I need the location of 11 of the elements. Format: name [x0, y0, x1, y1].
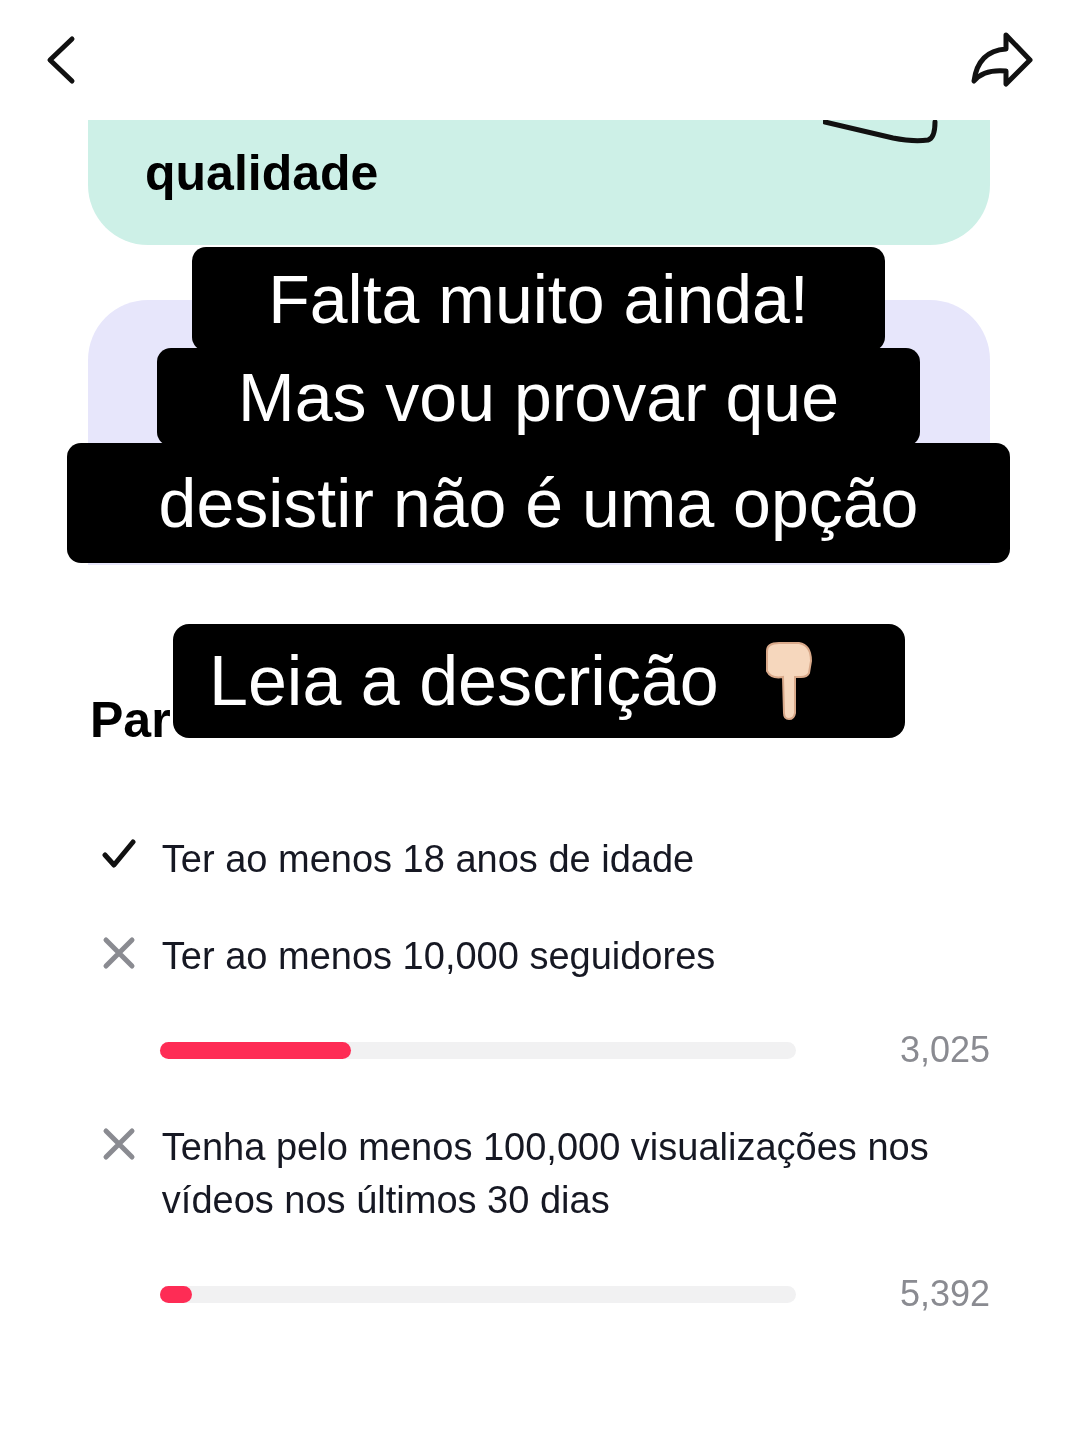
section-heading: Par	[90, 695, 172, 745]
requirement-text: Tenha pelo menos 100,000 visualizações nos vídeos nos últimos 30 dias	[161, 1125, 930, 1223]
share-icon[interactable]	[970, 31, 1034, 89]
progress-reading: 5,392	[899, 1272, 990, 1316]
caption-text: Falta muito ainda!	[192, 247, 885, 351]
card-text: qualidade	[145, 148, 380, 198]
requirement-text: Ter ao menos 18 anos de idade	[161, 837, 696, 882]
caption-text: Mas vou provar que	[157, 348, 920, 446]
caption-text: desistir não é uma opção	[67, 443, 1010, 563]
requirement-text: Ter ao menos 10,000 seguidores	[161, 934, 717, 979]
progress-reading: 3,025	[899, 1028, 990, 1072]
